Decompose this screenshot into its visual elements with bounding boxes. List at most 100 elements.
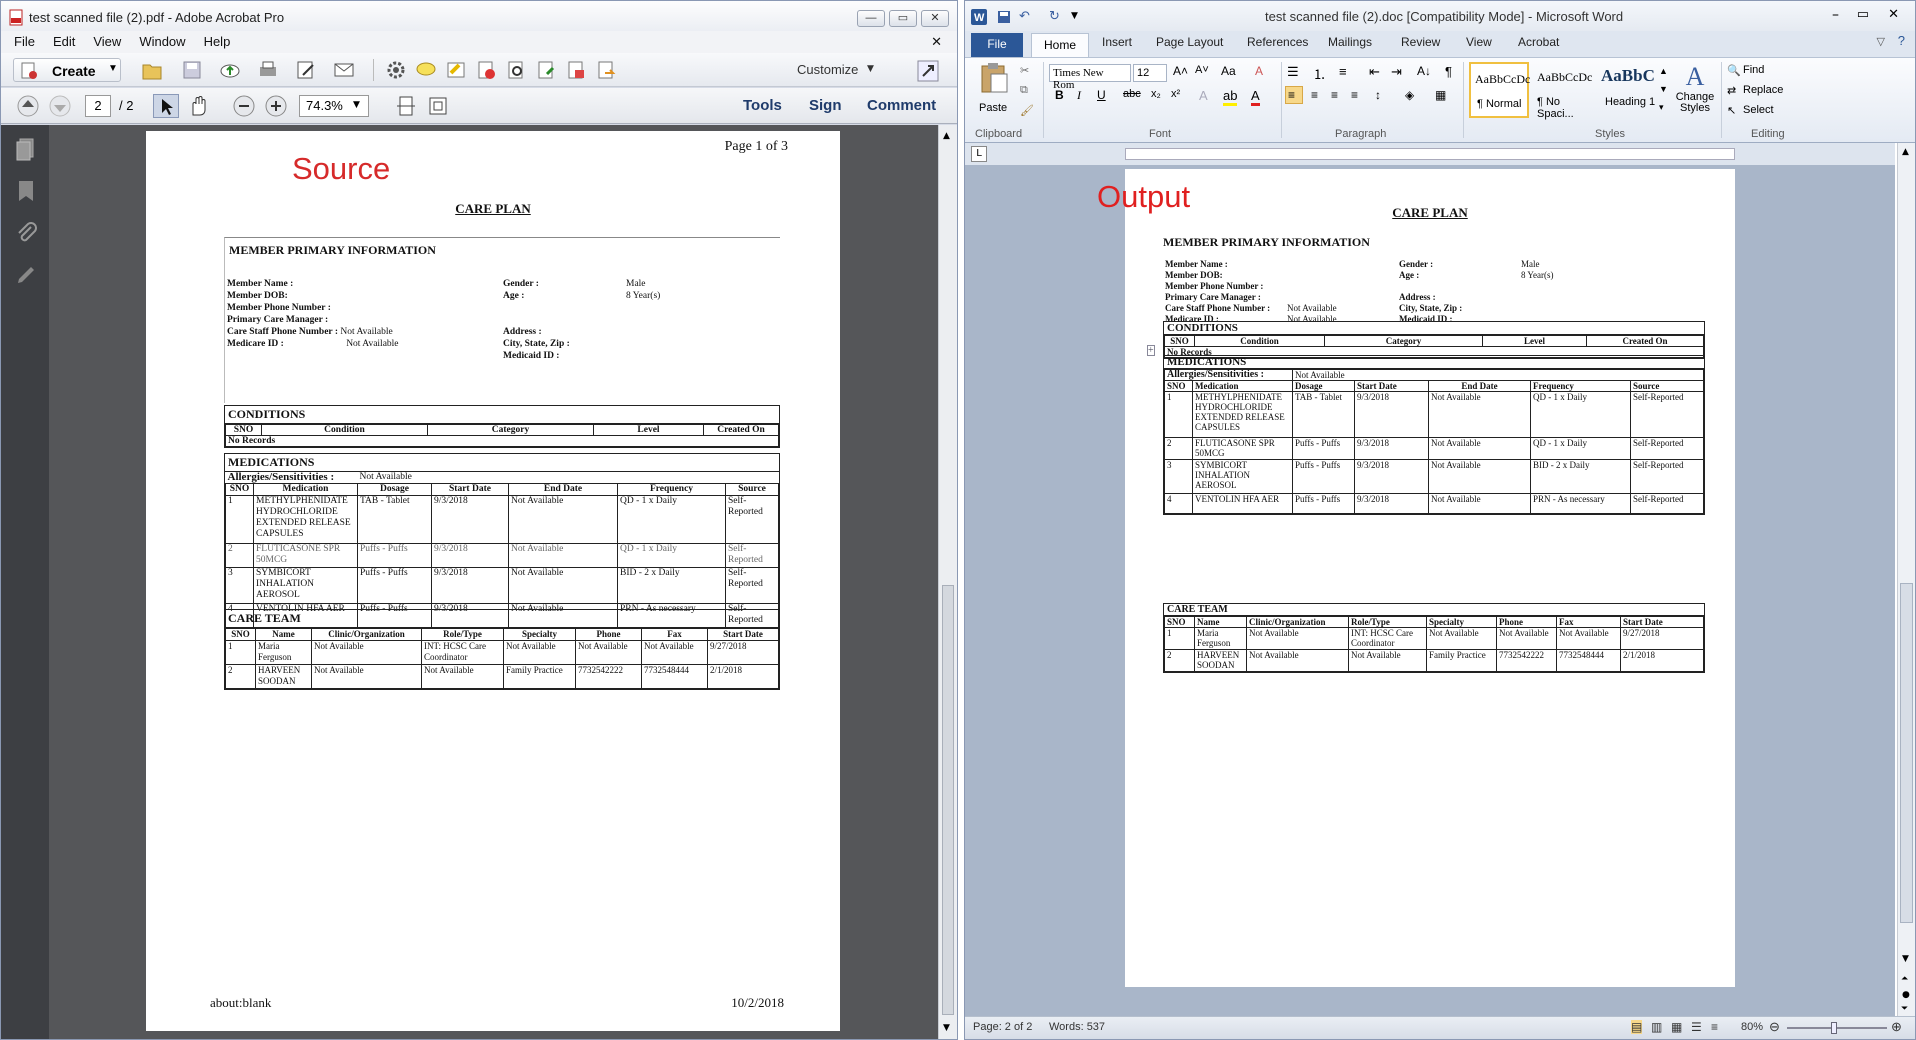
comment-pane-button[interactable]: Comment: [867, 97, 936, 114]
find-button[interactable]: Find: [1743, 64, 1764, 76]
customize-chevron-icon[interactable]: ▼: [867, 64, 874, 74]
highlight-icon[interactable]: [445, 59, 467, 81]
select-tool-button[interactable]: [153, 94, 179, 118]
bullets-icon[interactable]: ☰: [1287, 64, 1299, 80]
strikethrough-icon[interactable]: abc: [1123, 88, 1141, 100]
edit-pen-icon[interactable]: [295, 59, 317, 81]
scroll-down-arrow-icon[interactable]: ▼: [1902, 954, 1909, 964]
tab-insert[interactable]: Insert: [1102, 35, 1132, 49]
minimize-button[interactable]: –: [1832, 7, 1839, 23]
select-button[interactable]: Select: [1743, 104, 1774, 116]
customize-menu[interactable]: Customize: [797, 62, 858, 77]
zoom-in-icon[interactable]: [265, 95, 287, 117]
replace-button[interactable]: Replace: [1743, 84, 1783, 96]
previous-page-icon[interactable]: ⏶: [1901, 974, 1908, 984]
shrink-font-icon[interactable]: A˅: [1195, 64, 1209, 76]
menu-view[interactable]: View: [84, 31, 130, 52]
bold-icon[interactable]: B: [1055, 88, 1064, 102]
tab-acrobat[interactable]: Acrobat: [1518, 35, 1559, 49]
grow-font-icon[interactable]: A˄: [1173, 64, 1188, 78]
scroll-up-arrow-icon[interactable]: ▲: [1902, 147, 1909, 157]
sign-pane-button[interactable]: Sign: [809, 97, 842, 114]
align-right-icon[interactable]: ≡: [1331, 88, 1338, 102]
tab-page-layout[interactable]: Page Layout: [1156, 35, 1223, 49]
font-size-combobox[interactable]: 12: [1133, 64, 1167, 82]
shading-icon[interactable]: ◈: [1405, 88, 1414, 102]
zoom-in-icon[interactable]: ⊕: [1891, 1019, 1902, 1035]
tab-stop-selector[interactable]: L: [971, 146, 987, 162]
increase-indent-icon[interactable]: ⇥: [1391, 64, 1402, 80]
highlight-color-icon[interactable]: ab: [1223, 88, 1238, 106]
zoom-slider[interactable]: [1787, 1027, 1887, 1029]
close-document-icon[interactable]: ✕: [922, 31, 951, 53]
print-layout-view-icon[interactable]: ▤: [1631, 1020, 1643, 1034]
open-folder-icon[interactable]: [141, 59, 163, 81]
zoom-dropdown-icon[interactable]: ▼: [353, 100, 360, 110]
save-icon[interactable]: [997, 10, 1011, 24]
sort-icon[interactable]: A↓: [1417, 64, 1431, 78]
numbering-icon[interactable]: ⒈: [1313, 64, 1326, 83]
close-button[interactable]: ✕: [921, 10, 949, 27]
fit-page-icon[interactable]: [395, 95, 417, 117]
superscript-icon[interactable]: x²: [1171, 88, 1180, 100]
menu-edit[interactable]: Edit: [44, 31, 84, 52]
find-icon[interactable]: 🔍: [1727, 64, 1741, 77]
style-heading-1[interactable]: AaBbC Heading 1: [1597, 62, 1657, 118]
create-button[interactable]: Create ▼: [13, 58, 121, 82]
tools-pane-button[interactable]: Tools: [743, 97, 782, 114]
hand-tool-icon[interactable]: [187, 95, 209, 117]
settings-gear-icon[interactable]: [385, 59, 407, 81]
signatures-pen-icon[interactable]: [15, 263, 37, 287]
expand-window-icon[interactable]: [917, 60, 939, 82]
zoom-slider-thumb[interactable]: [1831, 1022, 1837, 1034]
comment-bubble-icon[interactable]: [415, 59, 437, 81]
text-effects-icon[interactable]: A: [1199, 88, 1208, 103]
replace-icon[interactable]: ⇄: [1727, 84, 1736, 97]
redo-icon[interactable]: ↻: [1049, 9, 1060, 24]
menu-help[interactable]: Help: [195, 31, 240, 52]
menu-window[interactable]: Window: [130, 31, 194, 52]
zoom-out-icon[interactable]: [233, 95, 255, 117]
outline-view-icon[interactable]: ☰: [1691, 1020, 1702, 1034]
align-center-icon[interactable]: ≡: [1311, 88, 1318, 102]
page-thumbnails-icon[interactable]: [15, 137, 37, 161]
scrollbar-thumb[interactable]: [1900, 583, 1913, 923]
undo-icon[interactable]: ↶: [1019, 9, 1030, 24]
status-word-count[interactable]: Words: 537: [1049, 1021, 1105, 1033]
format-painter-icon[interactable]: 🖌: [1020, 104, 1034, 117]
save-icon[interactable]: [181, 59, 203, 81]
email-icon[interactable]: [333, 59, 355, 81]
show-formatting-marks-icon[interactable]: ¶: [1445, 64, 1452, 79]
minimize-button[interactable]: —: [857, 10, 885, 27]
line-spacing-icon[interactable]: ↕: [1375, 88, 1381, 102]
delete-page-icon[interactable]: [475, 59, 497, 81]
full-screen-reading-icon[interactable]: ▥: [1651, 1020, 1662, 1034]
multilevel-list-icon[interactable]: ≡: [1339, 64, 1347, 79]
style-no-spacing[interactable]: AaBbCcDc ¶ No Spaci...: [1533, 62, 1593, 120]
paste-button[interactable]: Paste: [973, 62, 1017, 120]
search-page-icon[interactable]: [505, 59, 527, 81]
scroll-up-arrow-icon[interactable]: ▲: [943, 131, 950, 141]
print-icon[interactable]: [257, 59, 279, 81]
next-page-icon[interactable]: [49, 95, 71, 117]
font-name-combobox[interactable]: Times New Rom: [1049, 64, 1131, 91]
zoom-out-icon[interactable]: ⊖: [1769, 1019, 1780, 1035]
copy-icon[interactable]: ⧉: [1020, 84, 1028, 97]
attachments-paperclip-icon[interactable]: [15, 221, 37, 245]
maximize-button[interactable]: ▭: [889, 10, 917, 27]
draft-view-icon[interactable]: ≡: [1711, 1020, 1718, 1034]
subscript-icon[interactable]: x₂: [1151, 88, 1161, 100]
tab-mailings[interactable]: Mailings: [1328, 35, 1372, 49]
scroll-down-arrow-icon[interactable]: ▼: [943, 1023, 950, 1033]
zoom-level-label[interactable]: 80%: [1741, 1021, 1763, 1033]
help-icon[interactable]: ?: [1898, 33, 1905, 48]
word-vertical-scrollbar[interactable]: ▲ ▼ ⏶ ● ⏷: [1897, 143, 1915, 1016]
export-page-icon[interactable]: [535, 59, 557, 81]
next-page-icon[interactable]: ⏷: [1901, 1004, 1908, 1014]
tab-review[interactable]: Review: [1401, 35, 1440, 49]
page-number-input[interactable]: 2: [85, 95, 111, 117]
change-styles-button[interactable]: A Change Styles: [1673, 62, 1717, 124]
status-page-count[interactable]: Page: 2 of 2: [973, 1021, 1032, 1033]
borders-icon[interactable]: ▦: [1435, 88, 1446, 102]
italic-icon[interactable]: I: [1077, 88, 1081, 103]
